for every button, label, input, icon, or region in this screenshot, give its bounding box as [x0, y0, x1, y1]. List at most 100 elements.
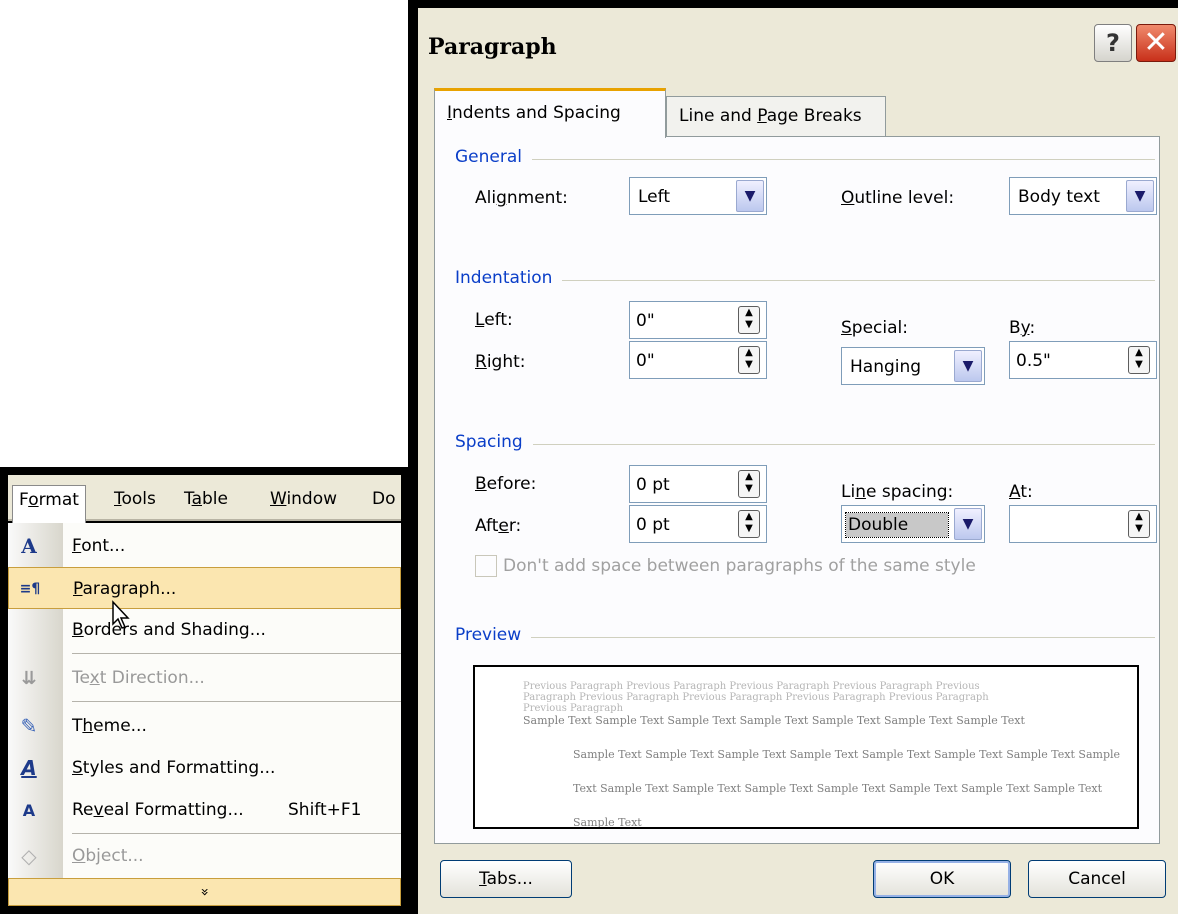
menu-tools[interactable]: Tools: [108, 485, 162, 515]
group-heading-spacing: Spacing: [455, 432, 533, 452]
object-icon: ◇: [21, 844, 37, 868]
cancel-button[interactable]: Cancel: [1028, 860, 1166, 898]
outline-level-combo[interactable]: Body text ▼: [1009, 177, 1157, 215]
at-label: At:: [1009, 482, 1033, 502]
close-button[interactable]: ✕: [1136, 24, 1176, 62]
preview-previous-line: Paragraph Previous Paragraph Previous Pa…: [523, 692, 989, 703]
ok-button[interactable]: OK: [873, 860, 1011, 898]
font-icon: A: [21, 534, 37, 558]
spin-arrows-icon[interactable]: ▲ ▼: [1128, 510, 1150, 538]
menu-item-font-label: Font...: [72, 536, 126, 556]
alignment-label: Alignment:: [475, 188, 568, 208]
menu-item-reveal-formatting-label: Reveal Formatting...: [72, 800, 244, 820]
menu-item-font[interactable]: A Font...: [8, 525, 401, 567]
group-divider: [455, 444, 1155, 445]
group-heading-general: General: [455, 147, 532, 167]
menu-item-styles-formatting[interactable]: A Styles and Formatting...: [8, 747, 401, 789]
help-icon: ?: [1106, 29, 1120, 57]
tab-indents-and-spacing[interactable]: Indents and Spacing: [434, 88, 666, 138]
menu-window[interactable]: Window: [264, 485, 343, 515]
preview-sample-line: Sample Text Sample Text Sample Text Samp…: [523, 714, 1025, 727]
line-spacing-label: Line spacing:: [841, 482, 954, 502]
menu-do[interactable]: Do: [366, 485, 402, 515]
menu-item-object: ◇ Object...: [8, 835, 401, 877]
menu-item-text-direction: ⇊ Text Direction...: [8, 657, 401, 699]
dont-add-space-checkbox[interactable]: [475, 555, 497, 577]
preview-sample-line: Sample Text Sample Text Sample Text Samp…: [573, 748, 1121, 761]
chevron-down-icon[interactable]: ▼: [954, 350, 982, 382]
preview-sample-line: Sample Text: [573, 816, 642, 829]
format-menu-frame: Format Tools Table Window Do A Font... ≡…: [0, 467, 409, 914]
format-dropdown: A Font... ≡¶ Paragraph... Borders and Sh…: [8, 523, 401, 906]
styles-icon: A: [21, 756, 37, 780]
indent-right-value: 0": [636, 351, 655, 371]
spin-arrows-icon[interactable]: ▲ ▼: [738, 306, 760, 334]
group-divider: [455, 637, 1155, 638]
menu-item-borders-shading-label: Borders and Shading...: [72, 620, 266, 640]
paragraph-dialog-frame: Paragraph ? ✕ Indents and Spacing Line a…: [408, 0, 1178, 914]
group-divider: [455, 159, 1155, 160]
preview-sample-line: Text Sample Text Sample Text Sample Text…: [573, 782, 1103, 795]
menu-item-borders-shading[interactable]: Borders and Shading...: [8, 609, 401, 651]
menu-separator: [72, 701, 401, 702]
paragraph-dialog: Paragraph ? ✕ Indents and Spacing Line a…: [418, 8, 1178, 914]
by-label: By:: [1009, 318, 1036, 338]
preview-previous-line: Previous Paragraph: [523, 703, 624, 714]
menu-item-theme[interactable]: ✎ Theme...: [8, 705, 401, 747]
spacing-after-spinner[interactable]: 0 pt ▲ ▼: [629, 505, 767, 543]
indent-right-spinner[interactable]: 0" ▲ ▼: [629, 341, 767, 379]
menu-item-paragraph[interactable]: ≡¶ Paragraph...: [8, 567, 401, 609]
menu-item-reveal-formatting[interactable]: A Reveal Formatting... Shift+F1: [8, 789, 401, 831]
preview-box: Previous Paragraph Previous Paragraph Pr…: [473, 665, 1139, 829]
special-value: Hanging: [850, 357, 922, 377]
menu-separator: [72, 653, 401, 654]
spacing-after-value: 0 pt: [636, 515, 670, 535]
special-combo[interactable]: Hanging ▼: [841, 347, 985, 385]
line-spacing-value: Double: [844, 512, 950, 538]
close-icon: ✕: [1143, 25, 1169, 60]
dialog-titlebar[interactable]: Paragraph ? ✕: [418, 8, 1178, 78]
menu-item-shortcut: Shift+F1: [288, 800, 362, 820]
group-heading-indentation: Indentation: [455, 268, 563, 288]
menu-bar: Format Tools Table Window Do: [8, 475, 402, 523]
spin-arrows-icon[interactable]: ▲ ▼: [1128, 346, 1150, 374]
spacing-before-value: 0 pt: [636, 475, 670, 495]
by-spinner[interactable]: 0.5" ▲ ▼: [1009, 341, 1157, 379]
tabs-button[interactable]: Tabs...: [440, 860, 572, 898]
group-heading-preview: Preview: [455, 625, 532, 645]
reveal-formatting-icon: A: [22, 800, 36, 820]
spin-arrows-icon[interactable]: ▲ ▼: [738, 470, 760, 498]
menu-item-styles-formatting-label: Styles and Formatting...: [72, 758, 276, 778]
alignment-value: Left: [638, 187, 670, 207]
chevron-down-icon[interactable]: ▼: [1126, 180, 1154, 212]
theme-icon: ✎: [20, 714, 38, 738]
menu-separator: [72, 833, 401, 834]
outline-level-label: Outline level:: [841, 188, 955, 208]
indent-left-spinner[interactable]: 0" ▲ ▼: [629, 301, 767, 339]
special-label: Special:: [841, 318, 908, 338]
dialog-title: Paragraph: [428, 34, 557, 60]
menu-item-object-label: Object...: [72, 846, 144, 866]
spacing-after-label: After:: [475, 516, 522, 536]
alignment-combo[interactable]: Left ▼: [629, 177, 767, 215]
menu-table[interactable]: Table: [178, 485, 234, 515]
at-spinner[interactable]: ▲ ▼: [1009, 505, 1157, 543]
spin-arrows-icon[interactable]: ▲ ▼: [738, 346, 760, 374]
mouse-cursor-icon: [112, 600, 130, 629]
menu-item-paragraph-label: Paragraph...: [73, 579, 177, 599]
menu-format[interactable]: Format: [12, 485, 86, 523]
indent-left-label: Left:: [475, 310, 513, 330]
dont-add-space-label: Don't add space between paragraphs of th…: [503, 556, 976, 576]
by-value: 0.5": [1016, 351, 1051, 371]
line-spacing-combo[interactable]: Double ▼: [841, 505, 985, 543]
chevron-down-icon[interactable]: ▼: [736, 180, 764, 212]
chevron-down-icon[interactable]: ▼: [954, 508, 982, 540]
expand-menu-button[interactable]: »: [8, 878, 401, 906]
spacing-before-spinner[interactable]: 0 pt ▲ ▼: [629, 465, 767, 503]
tab-line-and-page-breaks[interactable]: Line and Page Breaks: [666, 96, 886, 136]
spin-arrows-icon[interactable]: ▲ ▼: [738, 510, 760, 538]
menu-item-theme-label: Theme...: [72, 716, 147, 736]
help-button[interactable]: ?: [1094, 24, 1132, 62]
tab-panel: General Alignment: Left ▼ Outline level:…: [434, 136, 1160, 844]
outline-level-value: Body text: [1018, 187, 1100, 207]
